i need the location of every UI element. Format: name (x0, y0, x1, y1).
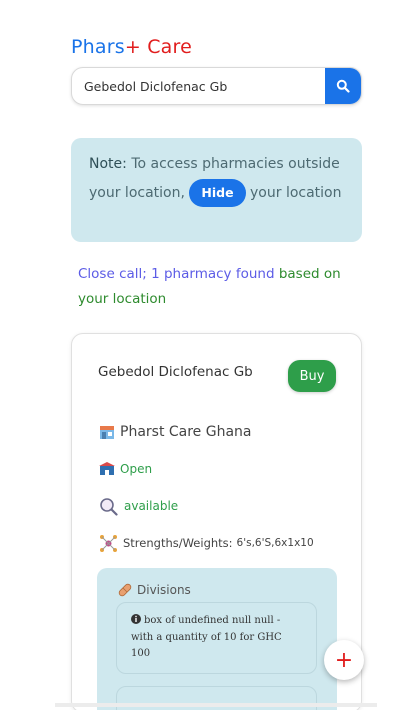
shop-open-icon (98, 460, 115, 477)
magnifier-icon (98, 496, 118, 516)
logo-text-primary: Phars (71, 36, 125, 58)
location-note: Note: To access pharmacies outside your … (71, 138, 362, 242)
strengths-value: 6's,6'S,6x1x10 (236, 537, 314, 549)
division-text: box of undefined null null - with a quan… (131, 615, 282, 659)
divisions-panel: Divisions box of undefined null null - w… (97, 568, 337, 710)
store-icon (98, 423, 115, 440)
molecule-icon (98, 533, 118, 553)
buy-button[interactable]: Buy (288, 360, 336, 392)
result-summary: Close call; 1 pharmacy found based on yo… (78, 262, 368, 312)
search-icon (336, 79, 350, 93)
hide-button[interactable]: Hide (189, 178, 246, 207)
app-logo: Phars+ Care (71, 36, 192, 58)
divisions-title: Divisions (137, 583, 191, 597)
strengths-row: Strengths/Weights: 6's,6'S,6x1x10 (98, 533, 314, 553)
pharmacy-row: Pharst Care Ghana (98, 423, 252, 440)
note-text-after: your location (250, 184, 342, 201)
pill-icon (117, 582, 133, 598)
search-button[interactable] (325, 68, 361, 104)
note-label: Note: (89, 156, 127, 172)
bottom-divider (55, 703, 377, 707)
search-bar (71, 67, 362, 105)
divisions-header: Divisions (117, 582, 191, 598)
result-count-text: Close call; 1 pharmacy found (78, 266, 275, 282)
plus-icon: + (334, 647, 354, 673)
add-fab-button[interactable]: + (324, 640, 364, 680)
strengths-label: Strengths/Weights: (123, 536, 233, 550)
status-text: Open (120, 461, 153, 476)
division-item: box of undefined null null - with a quan… (116, 602, 317, 674)
availability-row: available (98, 496, 178, 516)
info-icon (131, 614, 141, 630)
search-input[interactable] (72, 68, 325, 104)
logo-text-accent: + Care (124, 36, 193, 58)
status-row: Open (98, 460, 152, 477)
pharmacy-name: Pharst Care Ghana (120, 423, 252, 440)
availability-text: available (124, 499, 179, 513)
drug-name: Gebedol Diclofenac Gb (98, 364, 253, 380)
pharmacy-card: Gebedol Diclofenac Gb Buy Pharst Care Gh… (71, 333, 362, 710)
